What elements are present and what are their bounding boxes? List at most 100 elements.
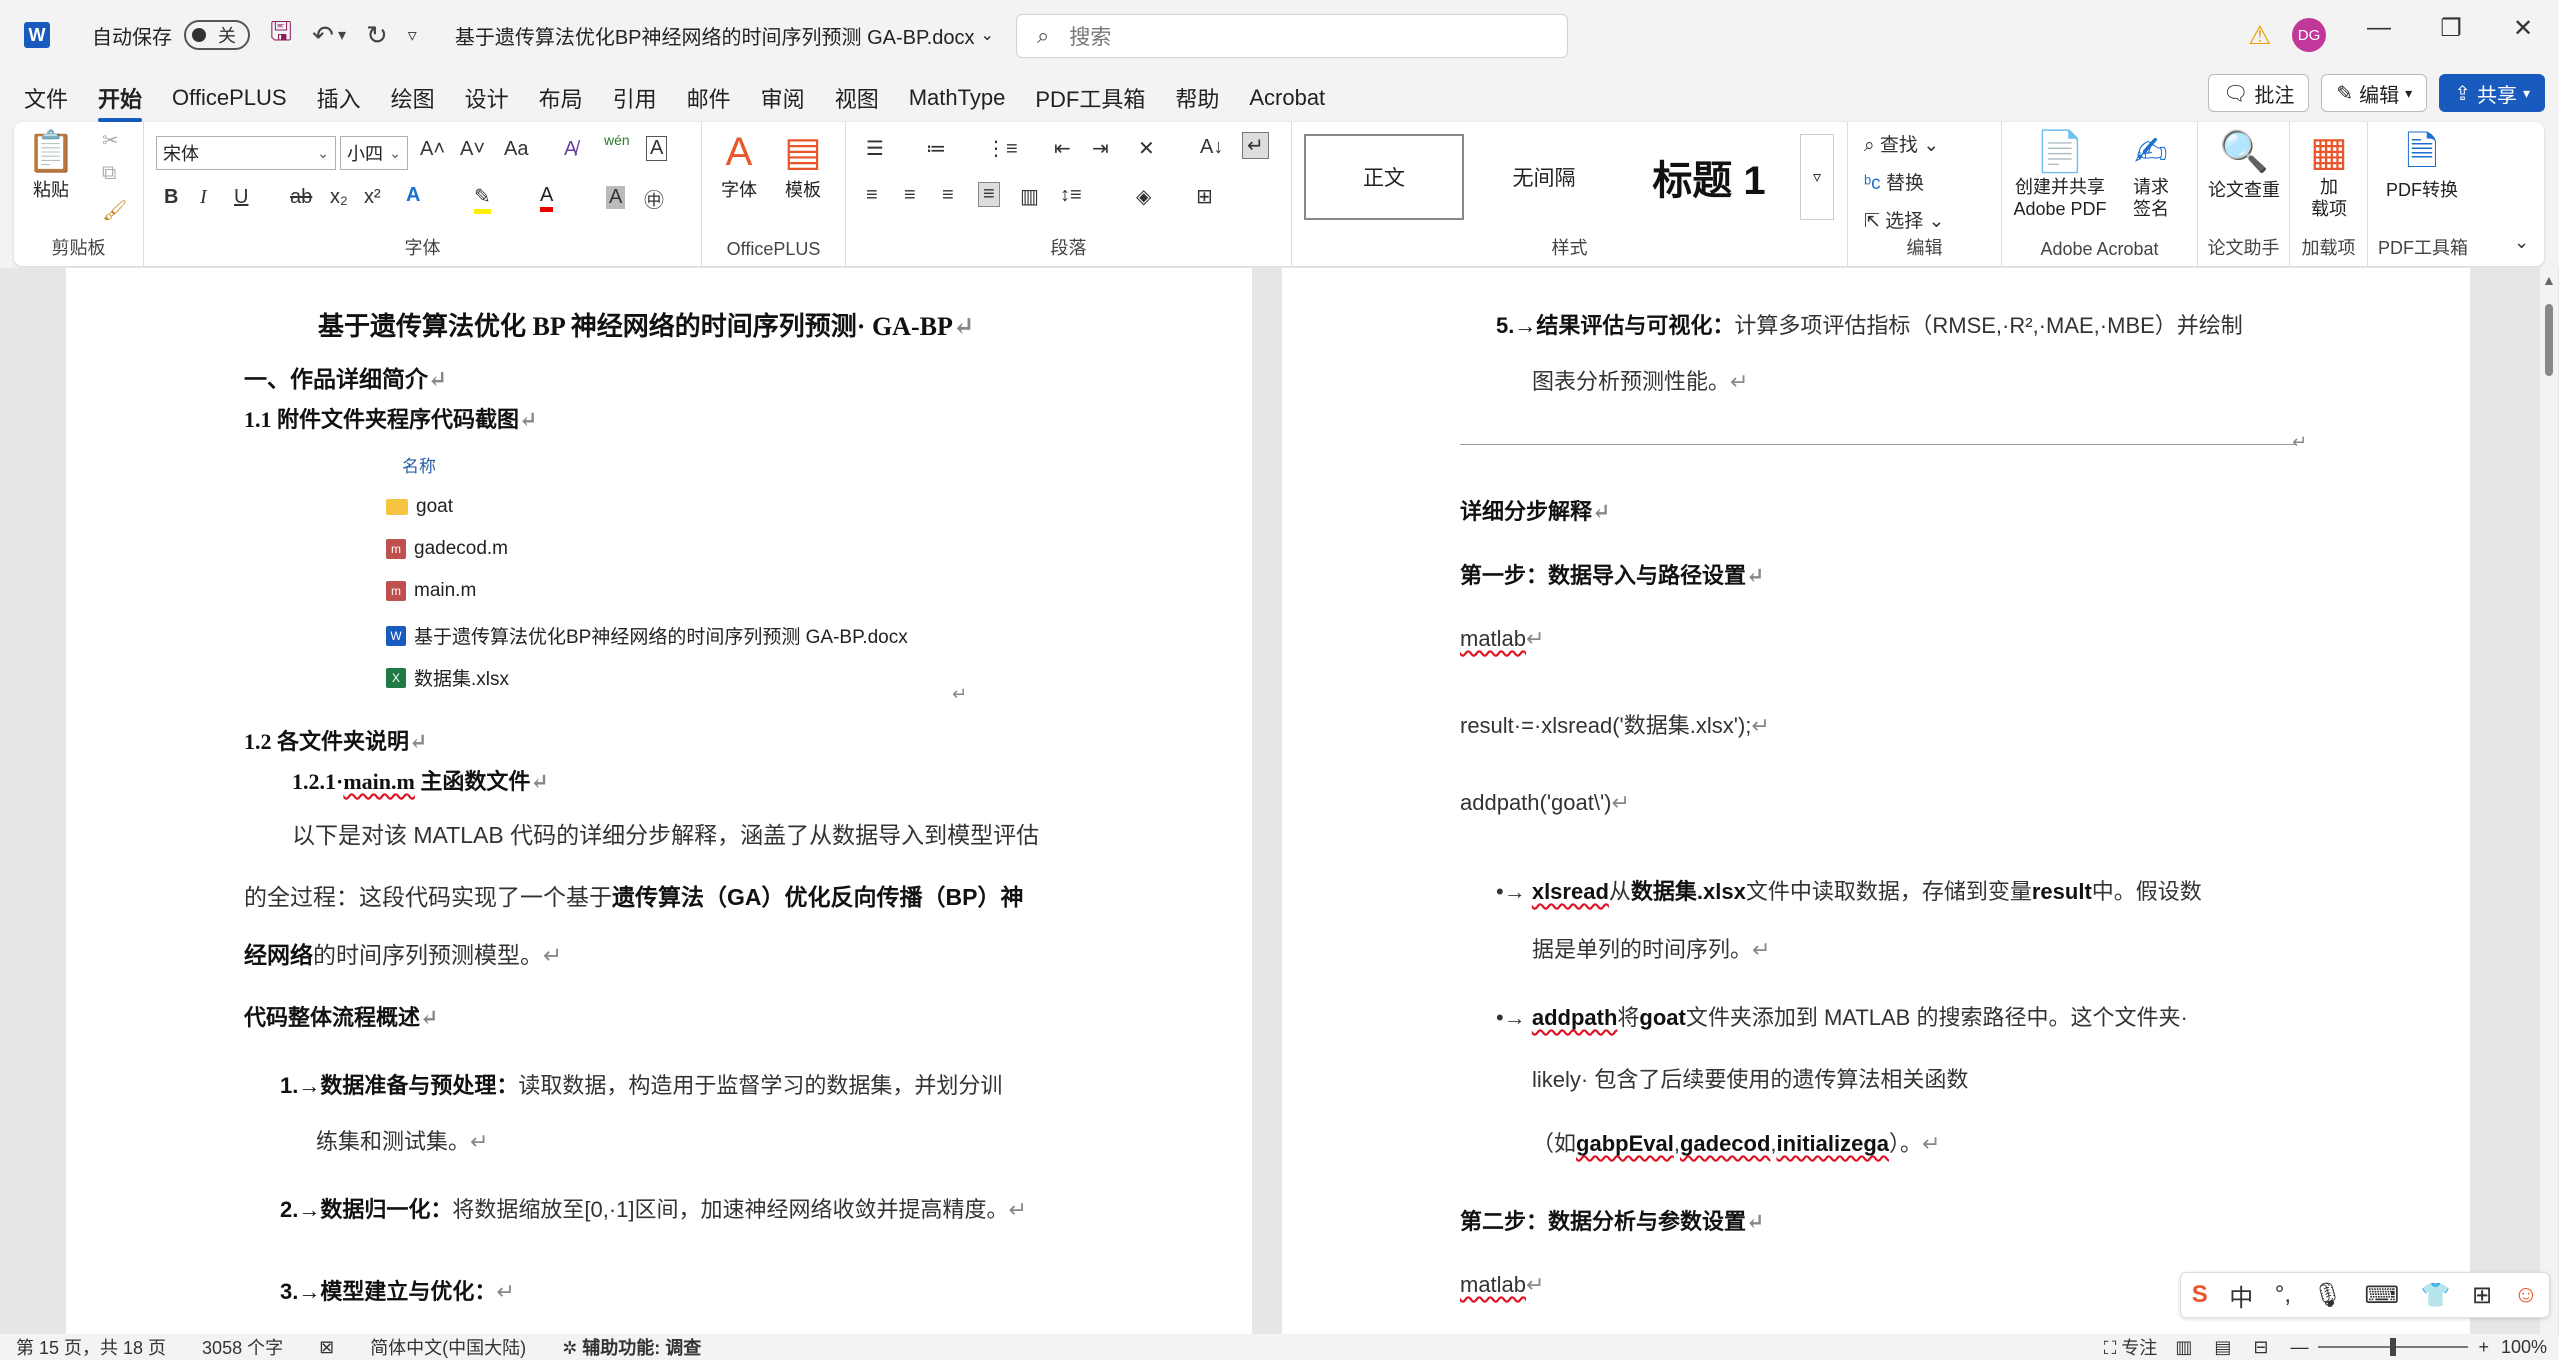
edit-mode-button[interactable]: ✎ 编辑 ▾ bbox=[2321, 74, 2428, 112]
tab-help[interactable]: 帮助 bbox=[1175, 82, 1219, 114]
superscript-icon[interactable]: x² bbox=[364, 186, 381, 209]
ime-language-toggle[interactable]: 中 bbox=[2229, 1278, 2253, 1313]
detail-heading[interactable]: 详细分步解释↵ bbox=[1460, 494, 1610, 526]
scroll-up-icon[interactable]: ▲ bbox=[2542, 272, 2556, 288]
bold-icon[interactable]: B bbox=[164, 186, 178, 209]
tab-layout[interactable]: 布局 bbox=[539, 82, 583, 114]
decrease-indent-icon[interactable]: ⇤ bbox=[1054, 136, 1071, 161]
print-layout-icon[interactable]: ▤ bbox=[2214, 1337, 2231, 1358]
code-language-label[interactable]: matlab↵ bbox=[1460, 626, 1544, 652]
italic-icon[interactable]: I bbox=[200, 186, 207, 209]
bullet-continuation[interactable]: 据是单列的时间序列。↵ bbox=[1532, 932, 1770, 964]
list-item[interactable]: 5.→结果评估与可视化：计算多项评估指标（RMSE,·R²,·MAE,·MBE）… bbox=[1496, 308, 2243, 340]
phonetic-guide-icon[interactable]: wén bbox=[604, 132, 630, 148]
select-button[interactable]: ⇱ 选择 ⌄ bbox=[1864, 206, 1944, 233]
align-center-icon[interactable]: ≡ bbox=[904, 184, 916, 207]
toolbox-grid-icon[interactable]: ⊞ bbox=[2472, 1281, 2492, 1310]
save-icon[interactable]: 🖫 bbox=[270, 13, 292, 57]
undo-dropdown-icon[interactable]: ▾ bbox=[338, 25, 346, 45]
proofing-icon[interactable]: ⊠ bbox=[319, 1337, 334, 1358]
skin-icon[interactable]: 👕 bbox=[2421, 1281, 2451, 1310]
character-shading-icon[interactable]: A bbox=[606, 186, 626, 209]
code-line[interactable]: addpath('goat\')↵ bbox=[1460, 790, 1630, 816]
list-item[interactable]: 2.→数据归一化：将数据缩放至[0,·1]区间，加速神经网络收敛并提高精度。↵ bbox=[280, 1192, 1027, 1224]
align-left-icon[interactable]: ≡ bbox=[866, 184, 878, 207]
microphone-icon[interactable]: 🎙 bbox=[2313, 1281, 2343, 1310]
format-painter-icon[interactable]: 🖌 bbox=[102, 198, 127, 223]
tab-draw[interactable]: 绘图 bbox=[391, 82, 435, 114]
warning-icon[interactable]: ⚠ bbox=[2248, 20, 2271, 51]
style-normal[interactable]: 正文 bbox=[1304, 134, 1464, 220]
restore-icon[interactable]: ❐ bbox=[2426, 14, 2476, 43]
sogou-logo-icon[interactable]: S bbox=[2192, 1281, 2208, 1309]
tab-mailings[interactable]: 邮件 bbox=[687, 82, 731, 114]
customize-toolbar-icon[interactable]: ▿ bbox=[408, 25, 417, 46]
tab-review[interactable]: 审阅 bbox=[761, 82, 805, 114]
word-count[interactable]: 3058 个字 bbox=[202, 1334, 283, 1360]
tab-view[interactable]: 视图 bbox=[835, 82, 879, 114]
paste-button[interactable]: 📋 粘贴 bbox=[26, 128, 76, 202]
comment-button[interactable]: 🗨 批注 bbox=[2208, 74, 2310, 112]
highlight-icon[interactable]: ✎ bbox=[474, 184, 491, 214]
text-effects-icon[interactable]: A bbox=[406, 184, 420, 207]
vertical-scrollbar[interactable]: ▲ bbox=[2540, 268, 2558, 1334]
accessibility-indicator[interactable]: ✲ 辅助功能: 调查 bbox=[562, 1334, 701, 1360]
align-right-icon[interactable]: ≡ bbox=[942, 184, 954, 207]
redo-icon[interactable]: ↻ bbox=[366, 20, 388, 51]
tab-acrobat[interactable]: Acrobat bbox=[1249, 85, 1325, 111]
body-paragraph-line[interactable]: 以下是对该 MATLAB 代码的详细分步解释，涵盖了从数据导入到模型评估 bbox=[292, 816, 1039, 850]
styles-gallery-more[interactable]: ▿ bbox=[1800, 134, 1834, 220]
distributed-icon[interactable]: ▥ bbox=[1020, 184, 1039, 209]
font-size-select[interactable]: 小四 ⌄ bbox=[340, 136, 408, 170]
request-signature-button[interactable]: ✍ 请求 签名 bbox=[2118, 128, 2184, 220]
search-input[interactable]: ⌕ 搜索 bbox=[1016, 14, 1568, 58]
borders-icon[interactable]: ⊞ bbox=[1196, 184, 1213, 209]
tab-pdf-toolbox[interactable]: PDF工具箱 bbox=[1035, 82, 1145, 114]
addins-button[interactable]: ▦ 加 载项 bbox=[2300, 128, 2358, 220]
heading-1-2[interactable]: 1.2 各文件夹说明↵ bbox=[244, 724, 427, 756]
tab-mathtype[interactable]: MathType bbox=[909, 85, 1006, 111]
tab-home[interactable]: 开始 bbox=[98, 82, 143, 122]
body-paragraph-line[interactable]: 经网络的时间序列预测模型。↵ bbox=[244, 936, 562, 970]
sort-icon[interactable]: A↓ bbox=[1200, 136, 1223, 159]
zoom-in-icon[interactable]: + bbox=[2478, 1337, 2489, 1358]
step-one-heading[interactable]: 第一步：数据导入与路径设置↵ bbox=[1460, 558, 1764, 590]
title-chevron-icon[interactable]: ⌄ bbox=[981, 25, 994, 45]
tab-references[interactable]: 引用 bbox=[613, 82, 657, 114]
list-item[interactable]: 1.→数据准备与预处理：读取数据，构造用于监督学习的数据集，并划分训 bbox=[280, 1068, 1002, 1100]
language-indicator[interactable]: 简体中文(中国大陆) bbox=[370, 1334, 526, 1360]
read-mode-icon[interactable]: ▥ bbox=[2175, 1337, 2192, 1358]
list-item[interactable]: 3.→模型建立与优化：↵ bbox=[280, 1274, 515, 1306]
enclosed-character-icon[interactable]: ㊥ bbox=[644, 184, 664, 213]
character-border-icon[interactable]: A bbox=[646, 136, 668, 161]
avatar[interactable]: DG bbox=[2292, 18, 2326, 52]
share-button[interactable]: ⇪ 共享 ▾ bbox=[2439, 74, 2545, 112]
bullet-item[interactable]: •→ xlsread从数据集.xlsx文件中读取数据，存储到变量result中。… bbox=[1496, 874, 2202, 906]
shrink-font-icon[interactable]: A˅ bbox=[460, 138, 485, 161]
show-marks-icon[interactable]: ↵ bbox=[1242, 132, 1269, 159]
justify-icon[interactable]: ≡ bbox=[978, 182, 1000, 207]
heading-1-2-1[interactable]: 1.2.1·main.m 主函数文件↵ bbox=[292, 764, 549, 796]
zoom-slider-thumb[interactable] bbox=[2390, 1338, 2397, 1356]
font-name-select[interactable]: 宋体 ⌄ bbox=[156, 136, 336, 170]
numbering-icon[interactable]: ≔ bbox=[926, 136, 946, 161]
clear-format-icon[interactable]: A̸ bbox=[564, 138, 577, 161]
minimize-icon[interactable]: — bbox=[2354, 14, 2404, 42]
plagiarism-check-button[interactable]: 🔍 论文查重 bbox=[2202, 128, 2286, 202]
web-layout-icon[interactable]: ⊟ bbox=[2253, 1337, 2268, 1358]
step-two-heading[interactable]: 第二步：数据分析与参数设置↵ bbox=[1460, 1204, 1764, 1236]
overview-heading[interactable]: 代码整体流程概述↵ bbox=[244, 1000, 438, 1032]
code-language-label[interactable]: matlab↵ bbox=[1460, 1272, 1544, 1298]
bullet-continuation[interactable]: （如gabpEval,gadecod,initializega）。↵ bbox=[1532, 1126, 1940, 1158]
pdf-convert-button[interactable]: 🗎 PDF转换 bbox=[2372, 128, 2472, 202]
underline-icon[interactable]: U bbox=[234, 186, 248, 209]
list-item-continuation[interactable]: 图表分析预测性能。↵ bbox=[1532, 364, 1748, 396]
shading-icon[interactable]: ◈ bbox=[1136, 184, 1151, 209]
collapse-ribbon-icon[interactable]: ⌄ bbox=[2514, 232, 2529, 253]
document-title[interactable]: 基于遗传算法优化BP神经网络的时间序列预测 GA-BP.docx bbox=[455, 21, 975, 50]
ime-mascot-icon[interactable]: ☺ bbox=[2514, 1281, 2539, 1309]
tab-insert[interactable]: 插入 bbox=[317, 82, 361, 114]
undo-icon[interactable]: ↶ bbox=[312, 20, 334, 51]
code-line[interactable]: result·=·xlsread('数据集.xlsx');↵ bbox=[1460, 708, 1770, 740]
zoom-level[interactable]: 100% bbox=[2501, 1337, 2547, 1358]
